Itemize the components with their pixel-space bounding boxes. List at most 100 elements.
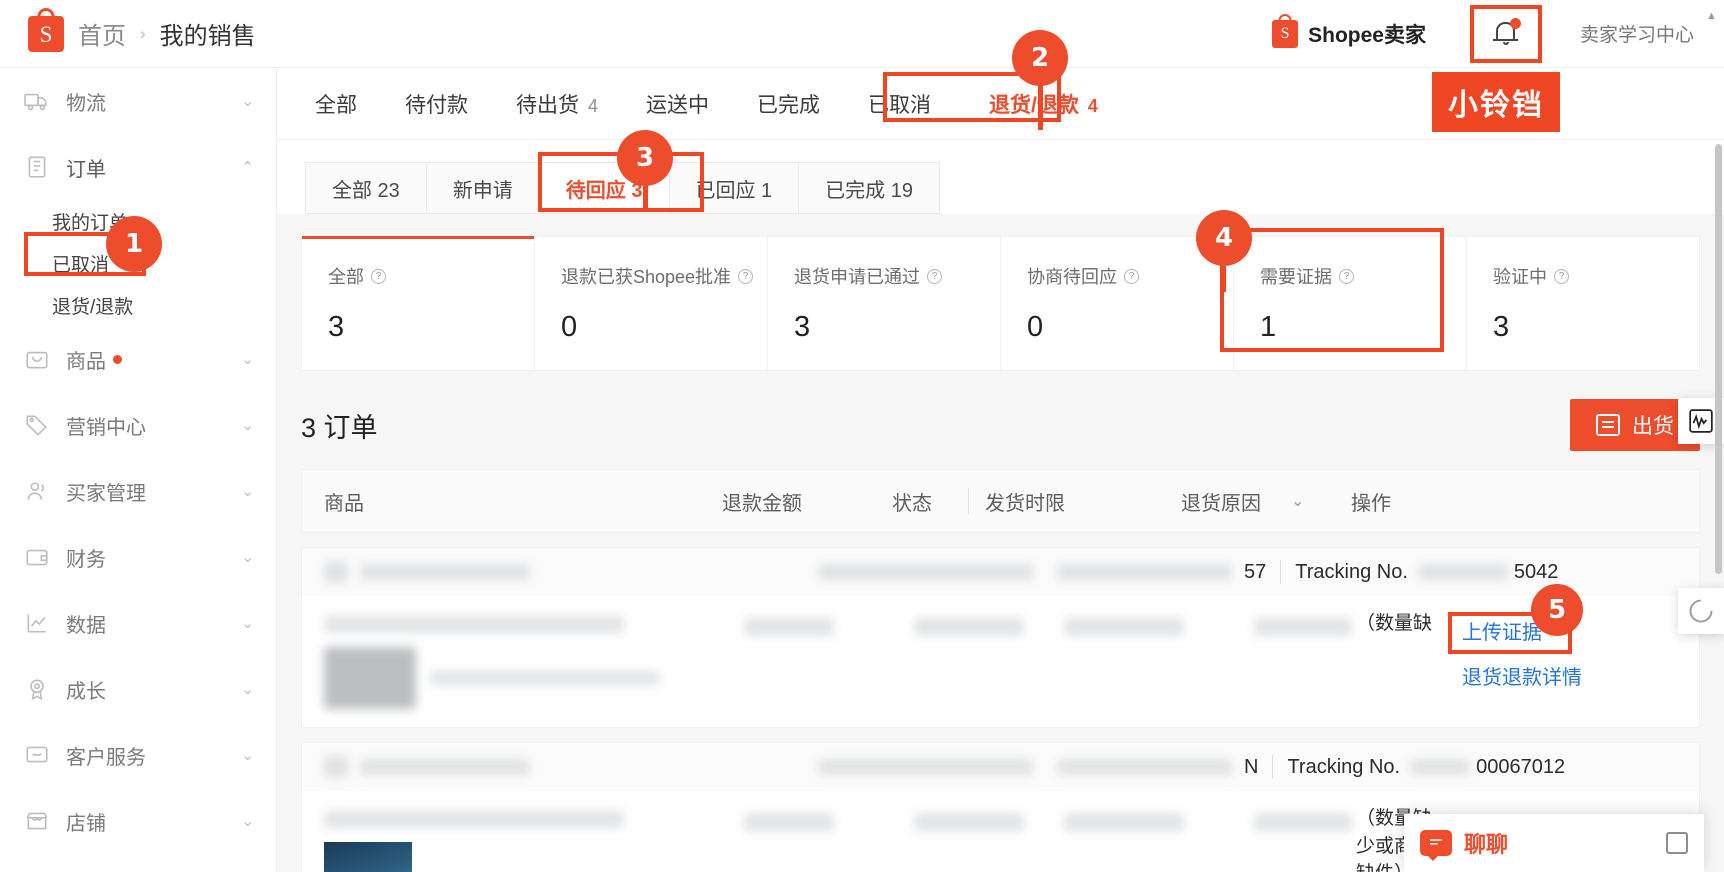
stat-negotiation-label-row: 协商待回应 ? — [1027, 263, 1233, 289]
sidebar-item-settings[interactable]: 设置 ⌄ — [0, 854, 276, 872]
tab-shipping[interactable]: 运送中 — [646, 89, 709, 119]
tab-to-ship[interactable]: 待出货 4 — [516, 89, 598, 119]
clipboard-icon — [24, 154, 50, 180]
stat-return-approved-label: 退货申请已通过 — [794, 267, 920, 287]
medal-icon — [24, 676, 50, 702]
spinner-icon — [1689, 599, 1713, 623]
mini-bag-handle — [1278, 13, 1292, 25]
redacted-deadline — [1064, 618, 1184, 636]
sidebar-item-shop[interactable]: 店铺 ⌄ — [0, 788, 276, 854]
tab-cancelled[interactable]: 已取消 — [868, 89, 931, 119]
subtab-pending-response-label: 待回应 3 — [565, 179, 643, 202]
subtab-all[interactable]: 全部 23 — [305, 162, 426, 214]
col-action: 操作 — [1351, 492, 1391, 515]
tab-return-refund[interactable]: 退货/退款 4 — [989, 89, 1098, 119]
table-header-row: 商品 退款金额 状态 发货时限 退货原因 ⌄ 操作 — [301, 469, 1700, 533]
help-icon[interactable]: ? — [738, 268, 754, 284]
sidebar-item-marketing[interactable]: 营销中心 ⌄ — [0, 392, 276, 458]
users-icon — [24, 478, 50, 504]
stat-card-refund-approved[interactable]: 退款已获Shopee批准 ? 0 — [535, 237, 768, 370]
chat-label: 聊聊 — [1464, 832, 1509, 857]
sidebar: 物流 ⌄ 订单 ⌃ 我的订单 已取消 退货/退款 商品 ⌄ 营销中心 ⌄ 买家管… — [0, 68, 277, 872]
order-status-tabs: 全部 待付款 待出货 4 运送中 已完成 已取消 退货/退款 4 — [277, 68, 1724, 140]
tab-completed[interactable]: 已完成 — [757, 89, 820, 119]
tab-all[interactable]: 全部 — [315, 89, 357, 119]
seller-brand[interactable]: S Shopee卖家 — [1272, 13, 1426, 49]
row-meta-bar: N Tracking No. 00067012 — [302, 743, 1699, 791]
subtab-new-request-label: 新申请 — [452, 179, 513, 202]
seller-learning-center-link[interactable]: 卖家学习中心 — [1580, 20, 1694, 47]
tracking-prefix: 57 — [1244, 560, 1267, 583]
tab-unpaid[interactable]: 待付款 — [405, 89, 468, 119]
redacted-order-sn — [1057, 564, 1232, 580]
tab-return-refund-count: 4 — [1087, 95, 1098, 116]
box-icon — [1596, 414, 1620, 436]
stat-card-evidence-needed[interactable]: 需要证据 ? 1 — [1234, 237, 1467, 370]
breadcrumb-separator-icon: › — [140, 23, 146, 43]
subtab-pending-response[interactable]: 待回应 3 — [538, 162, 669, 214]
subtab-new-request[interactable]: 新申请 — [425, 162, 539, 214]
help-icon[interactable]: ? — [371, 268, 386, 284]
sidebar-item-data[interactable]: 数据 ⌄ — [0, 590, 276, 656]
chevron-down-icon: ⌄ — [241, 350, 254, 368]
stat-card-verifying[interactable]: 验证中 ? 3 — [1467, 237, 1699, 370]
subtab-finished[interactable]: 已完成 19 — [798, 162, 940, 214]
redacted-order-sn — [1057, 759, 1232, 775]
redacted-shop-name — [324, 561, 348, 583]
subtab-responded[interactable]: 已回应 1 — [668, 162, 799, 214]
stat-card-negotiation-pending[interactable]: 协商待回应 ? 0 — [1001, 237, 1234, 370]
ship-button-label: 出货 — [1632, 415, 1674, 438]
sidebar-item-logistics[interactable]: 物流 ⌄ — [0, 68, 276, 134]
vertical-scrollbar[interactable] — [1715, 144, 1722, 574]
stat-negotiation-value: 0 — [1027, 311, 1044, 343]
expand-icon[interactable] — [1666, 832, 1688, 854]
cell-status — [914, 610, 1064, 709]
help-icon[interactable]: ? — [1554, 268, 1569, 284]
shopee-bag-logo[interactable]: S — [28, 7, 64, 52]
header-right-area: S Shopee卖家 卖家学习中心 — [1272, 4, 1724, 63]
bell-base — [1492, 38, 1518, 41]
seller-brand-text: Shopee卖家 — [1308, 23, 1426, 47]
spinner-widget[interactable] — [1678, 588, 1724, 634]
sidebar-subitem-return-refund[interactable]: 退货/退款 — [0, 284, 276, 326]
sidebar-item-buyer-management[interactable]: 买家管理 ⌄ — [0, 458, 276, 524]
help-icon[interactable]: ? — [1124, 268, 1139, 284]
help-icon[interactable]: ? — [927, 268, 942, 284]
stat-evidence-label: 需要证据 — [1260, 267, 1332, 287]
sidebar-item-finance[interactable]: 财务 ⌄ — [0, 524, 276, 590]
reason-text: （数量缺 — [1356, 613, 1433, 634]
stat-return-approved-label-row: 退货申请已通过 ? — [794, 263, 1000, 289]
sidebar-subitem-my-orders[interactable]: 我的订单 — [0, 200, 276, 242]
sidebar-label-logistics: 物流 — [66, 92, 106, 115]
sidebar-subitem-cancelled[interactable]: 已取消 — [0, 242, 276, 284]
sidebar-item-orders[interactable]: 订单 ⌃ — [0, 134, 276, 200]
sidebar-label-customer-service: 客户服务 — [66, 746, 146, 769]
chevron-up-icon: ⌃ — [241, 158, 254, 176]
table-row[interactable]: 57 Tracking No. 5042 （数量缺 上传证据 退货退款详情 — [301, 547, 1700, 728]
scroll-up-arrow-icon[interactable]: ▲ — [1706, 10, 1720, 22]
cell-ship-deadline — [1064, 805, 1254, 872]
cell-ship-deadline — [1064, 610, 1254, 709]
return-refund-detail-link[interactable]: 退货退款详情 — [1462, 661, 1614, 690]
col-refund-amount: 退款金额 — [722, 492, 802, 515]
sidebar-item-growth[interactable]: 成长 ⌄ — [0, 656, 276, 722]
reason-filter-chevron-icon[interactable]: ⌄ — [1291, 491, 1351, 511]
tab-all-label: 全部 — [315, 93, 357, 117]
activity-chart-icon — [1689, 409, 1713, 433]
orders-table: 商品 退款金额 状态 发货时限 退货原因 ⌄ 操作 57 Tracking No… — [301, 469, 1700, 872]
tag-icon — [24, 412, 50, 438]
breadcrumb-current: 我的销售 — [159, 23, 256, 50]
chat-widget[interactable]: 聊聊 — [1404, 814, 1704, 872]
subtab-all-label: 全部 23 — [332, 179, 400, 202]
redacted-product-title — [324, 616, 624, 633]
notification-bell-button[interactable] — [1469, 4, 1542, 63]
breadcrumb-home[interactable]: 首页 — [78, 16, 126, 51]
stat-card-return-approved[interactable]: 退货申请已通过 ? 3 — [768, 237, 1001, 370]
help-icon[interactable]: ? — [1339, 268, 1354, 284]
tracking-prefix: N — [1244, 755, 1259, 778]
stat-card-all[interactable]: 全部 ? 3 — [302, 236, 535, 370]
stat-evidence-value: 1 — [1260, 311, 1277, 343]
sidebar-item-customer-service[interactable]: 客户服务 ⌄ — [0, 722, 276, 788]
sidebar-item-products[interactable]: 商品 ⌄ — [0, 326, 276, 392]
upload-evidence-link[interactable]: 上传证据 — [1462, 616, 1614, 645]
